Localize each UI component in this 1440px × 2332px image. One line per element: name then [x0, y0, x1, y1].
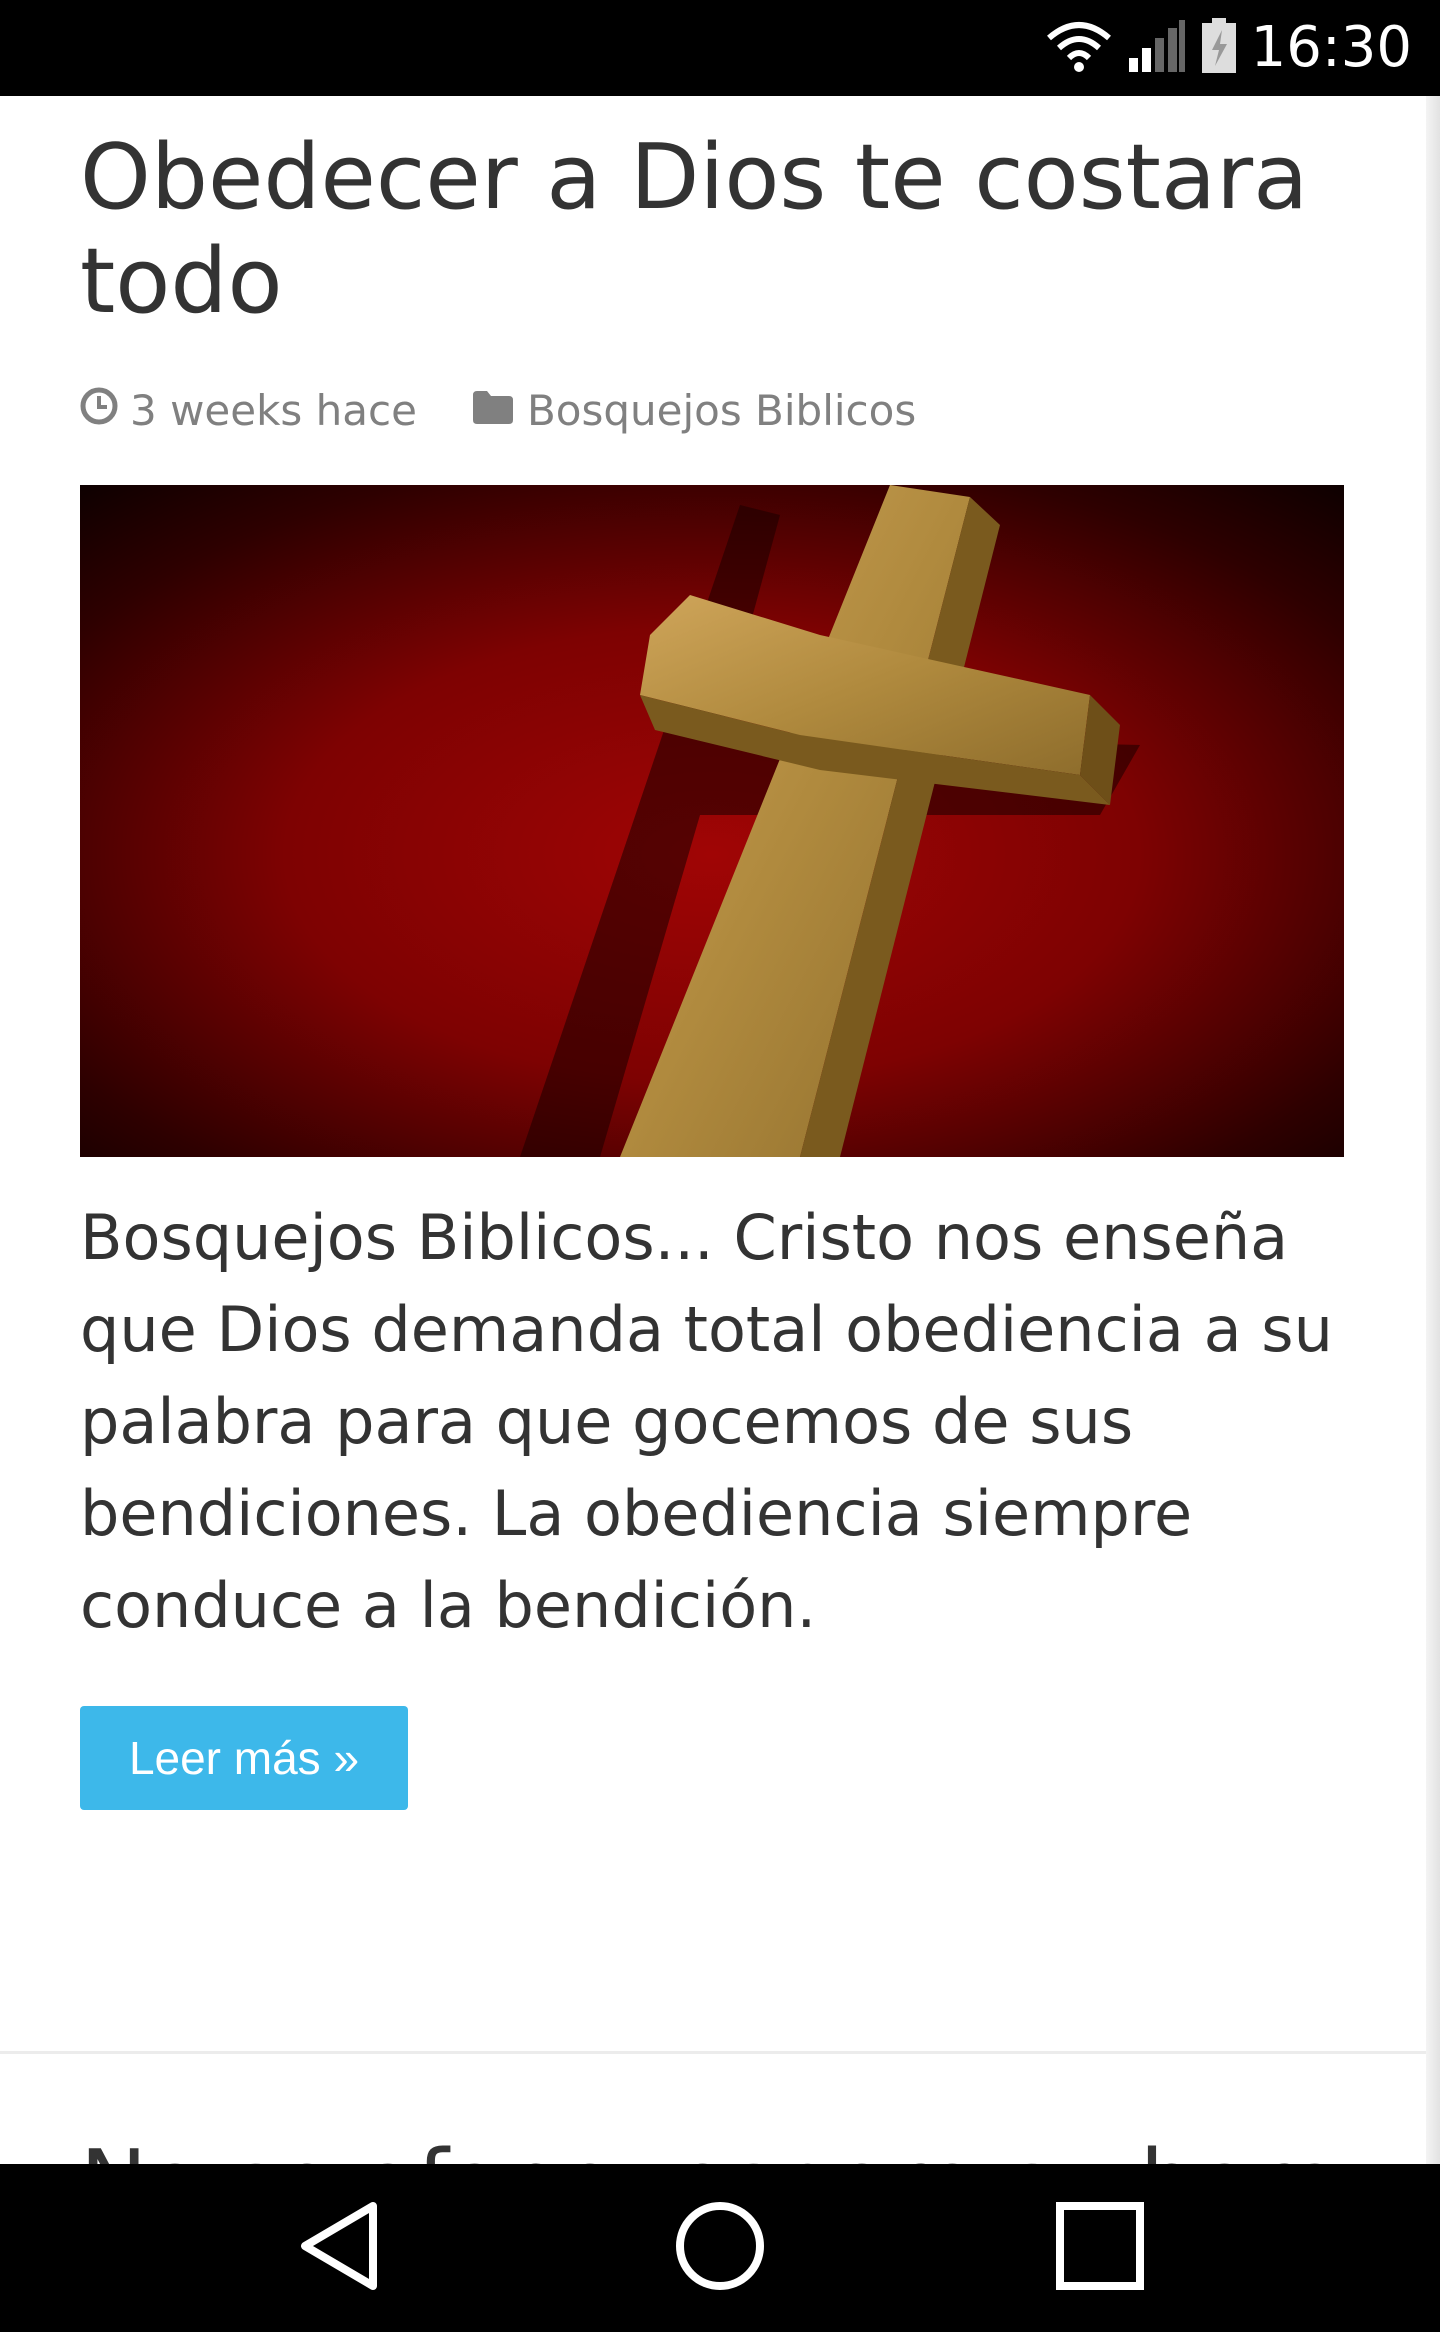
battery-charging-icon	[1201, 18, 1237, 78]
clock-icon	[80, 386, 118, 435]
content-area[interactable]: Obedecer a Dios te costara todo 3 weeks …	[0, 96, 1426, 2164]
status-time: 16:30	[1250, 15, 1412, 80]
post-category-text[interactable]: Bosquejos Biblicos	[527, 386, 916, 435]
folder-icon	[471, 386, 515, 435]
post-title[interactable]: Obedecer a Dios te costara todo	[80, 126, 1346, 334]
post-image[interactable]	[80, 485, 1344, 1157]
back-icon	[295, 2198, 385, 2298]
read-more-button[interactable]: Leer más »	[80, 1706, 408, 1810]
next-post-title[interactable]: No se afane, espere su hora	[80, 2132, 1344, 2165]
post-divider	[0, 2051, 1426, 2054]
back-button[interactable]	[240, 2164, 440, 2332]
status-icons: 16:30	[1045, 0, 1412, 96]
post-date: 3 weeks hace	[80, 386, 417, 435]
recents-button[interactable]	[1000, 2164, 1200, 2332]
recents-icon	[1052, 2198, 1148, 2298]
wifi-icon	[1045, 18, 1113, 78]
scroll-edge	[1426, 96, 1440, 2164]
home-button[interactable]	[620, 2164, 820, 2332]
post-excerpt: Bosquejos Biblicos... Cristo nos enseña …	[80, 1201, 1333, 1642]
home-icon	[672, 2198, 768, 2298]
post-date-text: 3 weeks hace	[130, 385, 417, 435]
post-category[interactable]: Bosquejos Biblicos	[471, 386, 916, 435]
post-meta: 3 weeks hace Bosquejos Biblicos	[80, 380, 916, 440]
cell-signal-icon	[1127, 18, 1187, 78]
status-bar: 16:30	[0, 0, 1440, 96]
nav-bar	[0, 2164, 1440, 2332]
cross-image	[80, 485, 1344, 1157]
